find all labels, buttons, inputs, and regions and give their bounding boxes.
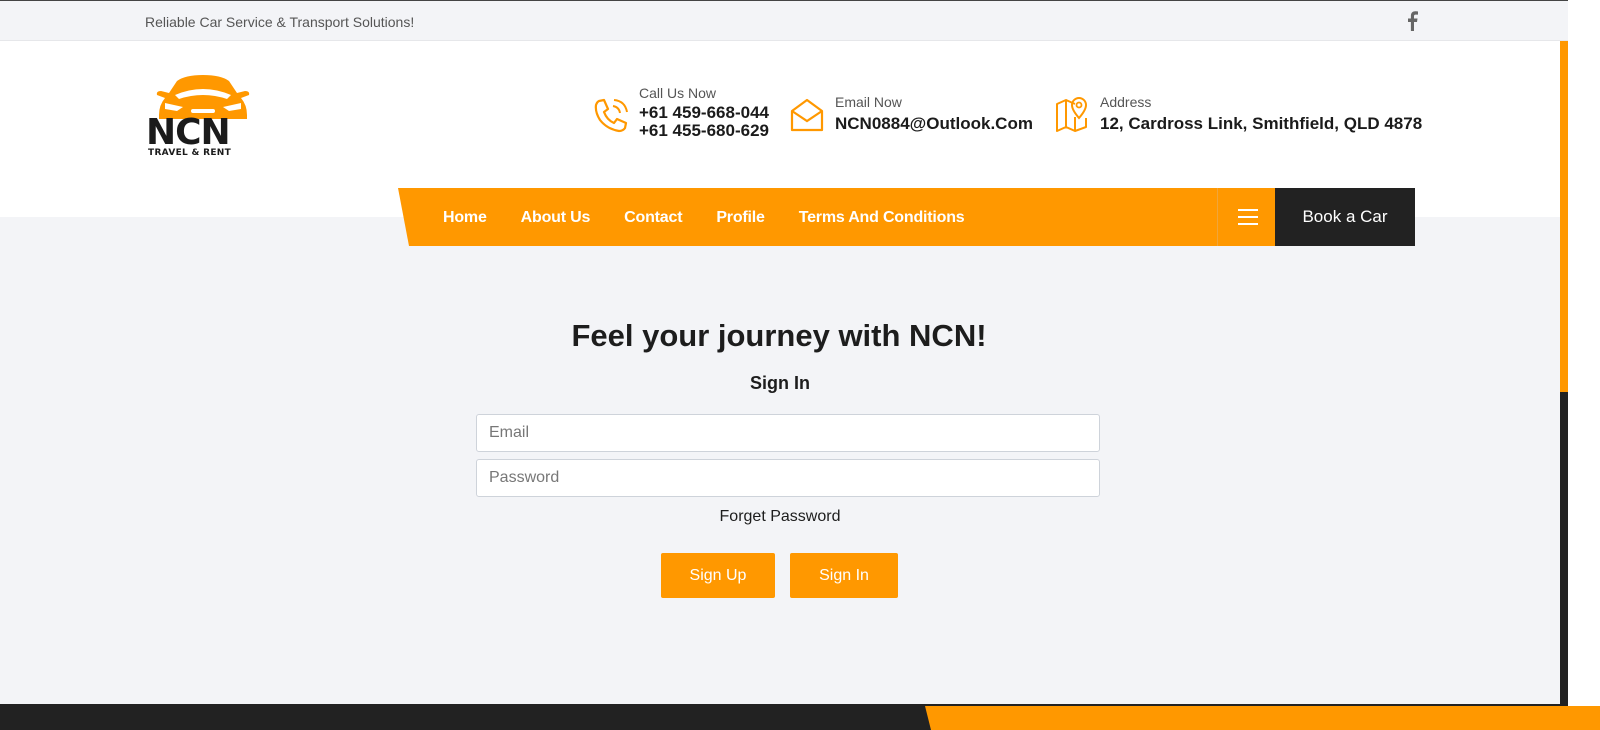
tagline: Reliable Car Service & Transport Solutio… [145,14,415,30]
footer-accent [925,706,1600,730]
nav-about-us[interactable]: About Us [521,209,591,227]
facebook-icon[interactable] [1405,11,1419,31]
nav-terms[interactable]: Terms And Conditions [799,209,965,227]
password-input[interactable] [476,459,1100,497]
email-label: Email Now [835,94,902,110]
logo[interactable]: NCN TRAVEL & RENT [145,75,263,159]
accent-stripe [1560,41,1568,392]
forget-password-link: Forget Password [719,508,841,525]
hamburger-icon[interactable] [1217,188,1275,246]
nav-profile[interactable]: Profile [716,209,765,227]
nav-home[interactable]: Home [443,209,487,227]
phone-icon [594,98,628,133]
logo-subtitle: TRAVEL & RENT [148,148,232,158]
form-title: Sign In [750,373,810,393]
window-edge [1568,0,1600,730]
sign-in-button[interactable]: Sign In [790,553,898,598]
email-input[interactable] [476,414,1100,452]
phone-label: Call Us Now [639,85,717,101]
envelope-icon [790,98,824,132]
nav-contact[interactable]: Contact [624,209,682,227]
main-nav: Home About Us Contact Profile Terms And … [398,188,1275,246]
contact-phone: Call Us Now +61 459-668-044 +61 455-680-… [592,85,772,145]
book-a-car-button[interactable]: Book a Car [1275,188,1415,246]
phone-number-2[interactable]: +61 455-680-629 [639,122,769,140]
phone-number-1[interactable]: +61 459-668-044 [639,104,769,122]
contact-email: Email Now NCN0884@Outlook.Com [788,94,1038,138]
dark-stripe [1560,392,1568,730]
page-headline: Feel your journey with NCN! [571,318,987,353]
logo-brand: NCN [146,112,231,153]
map-pin-icon [1056,97,1088,132]
contact-address: Address 12, Cardross Link, Smithfield, Q… [1053,94,1423,138]
top-bar: Reliable Car Service & Transport Solutio… [0,0,1568,41]
sign-up-button[interactable]: Sign Up [661,553,775,598]
address-label: Address [1100,94,1152,110]
address-value: 12, Cardross Link, Smithfield, QLD 4878 [1100,114,1423,133]
email-address[interactable]: NCN0884@Outlook.Com [835,115,1033,133]
